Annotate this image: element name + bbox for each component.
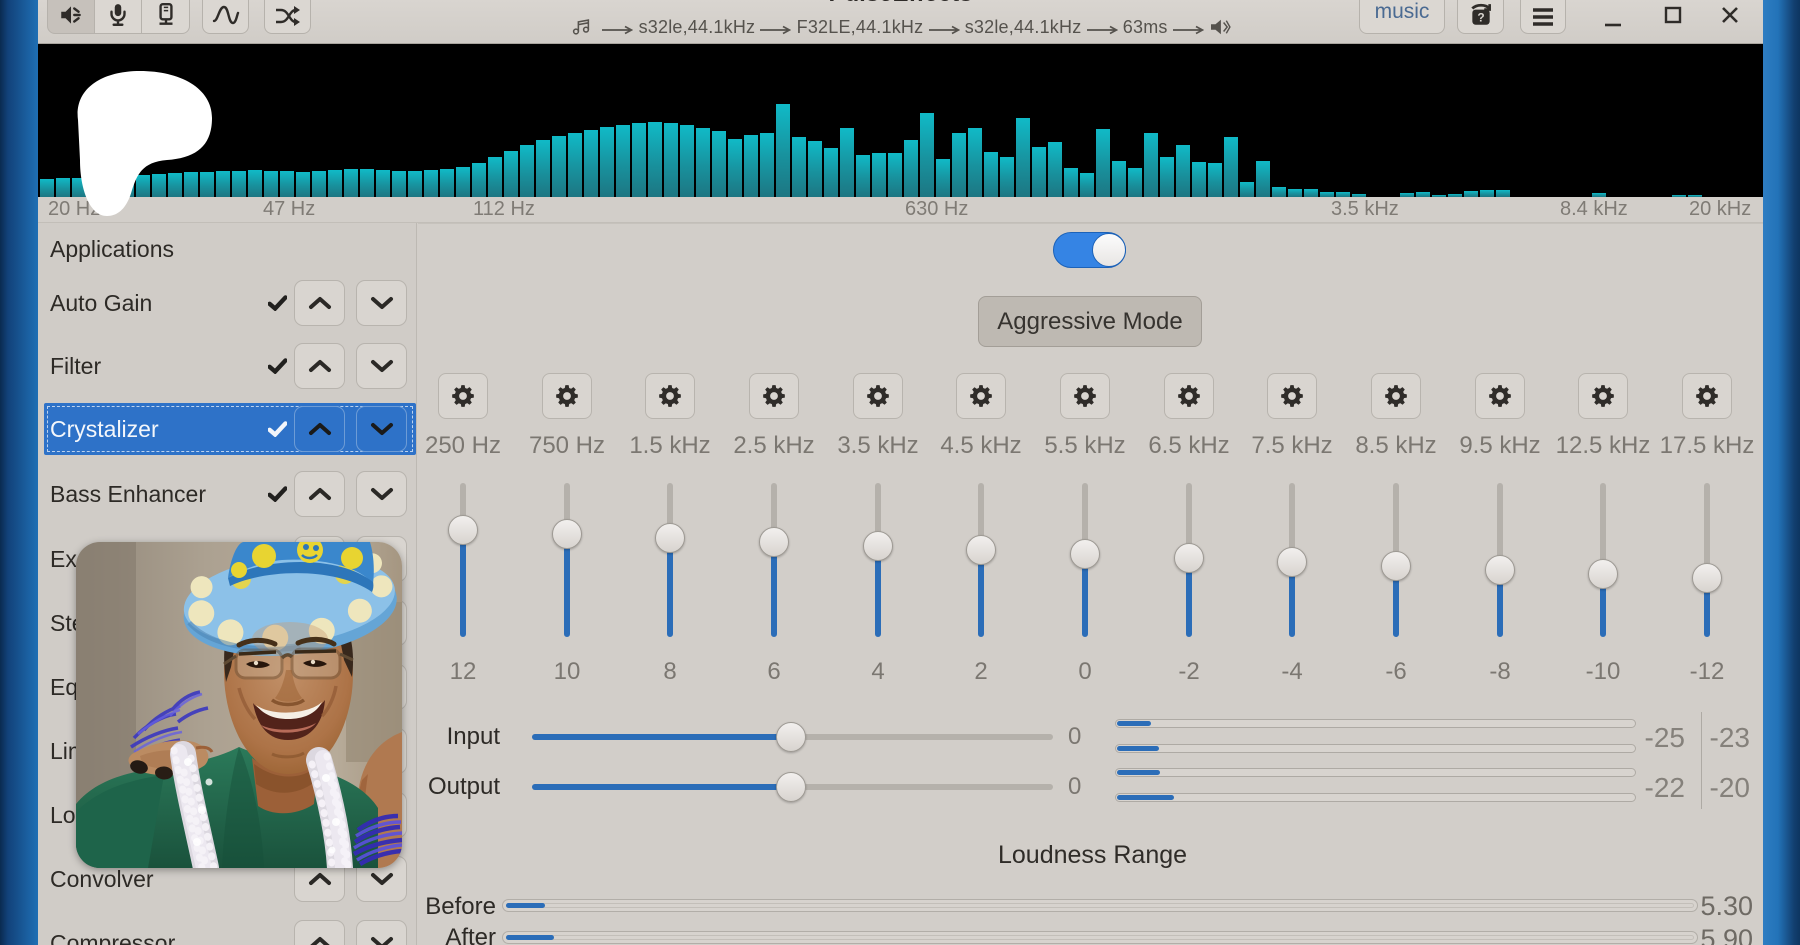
svg-text:?: ? [1477, 10, 1484, 24]
